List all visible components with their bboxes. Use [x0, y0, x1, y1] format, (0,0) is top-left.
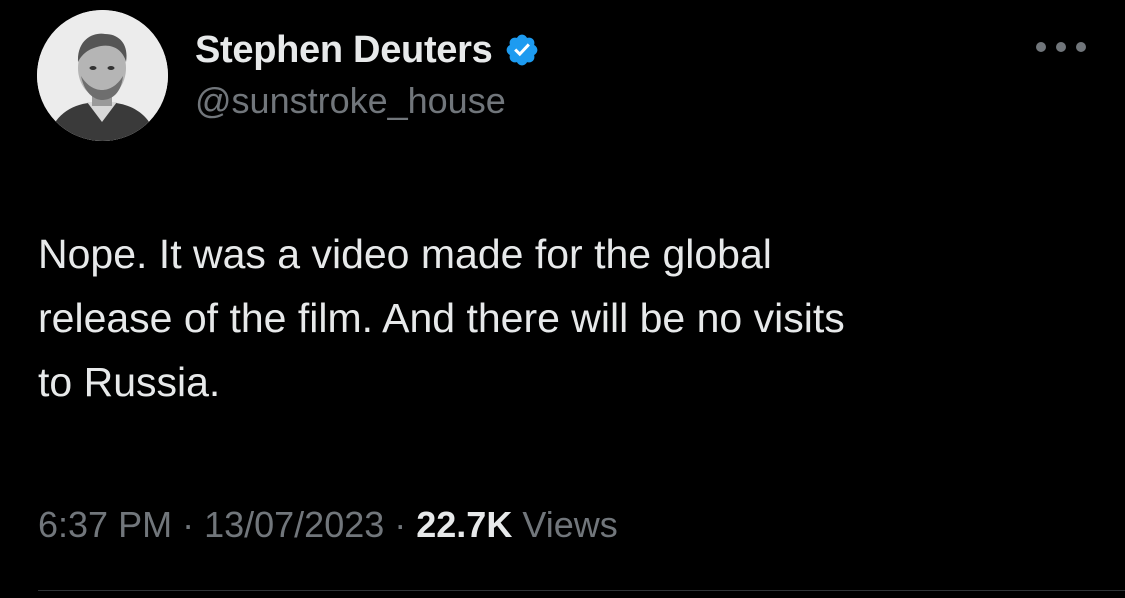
- tweet-text: Nope. It was a video made for the global…: [38, 231, 845, 405]
- more-options-icon[interactable]: [1036, 32, 1086, 62]
- views-count: 22.7K: [416, 504, 513, 545]
- more-dot: [1056, 42, 1066, 52]
- tweet-card: Stephen Deuters @sunstroke_house Nope. I…: [0, 0, 1125, 598]
- more-dot: [1076, 42, 1086, 52]
- tweet-meta: 6:37 PM · 13/07/2023 · 22.7K Views: [38, 504, 618, 546]
- author-display-name[interactable]: Stephen Deuters: [195, 29, 493, 72]
- views-label: Views: [522, 504, 618, 545]
- meta-separator: ·: [182, 504, 195, 545]
- author-name-row: Stephen Deuters: [195, 26, 540, 74]
- avatar[interactable]: [37, 10, 168, 141]
- tweet-date[interactable]: 13/07/2023: [204, 504, 384, 546]
- avatar-portrait-icon: [37, 10, 168, 141]
- meta-separator: ·: [394, 504, 407, 545]
- author-handle[interactable]: @sunstroke_house: [195, 80, 506, 122]
- tweet-time[interactable]: 6:37 PM: [38, 504, 172, 546]
- divider: [38, 590, 1125, 591]
- more-dot: [1036, 42, 1046, 52]
- verified-badge-icon[interactable]: [504, 32, 540, 68]
